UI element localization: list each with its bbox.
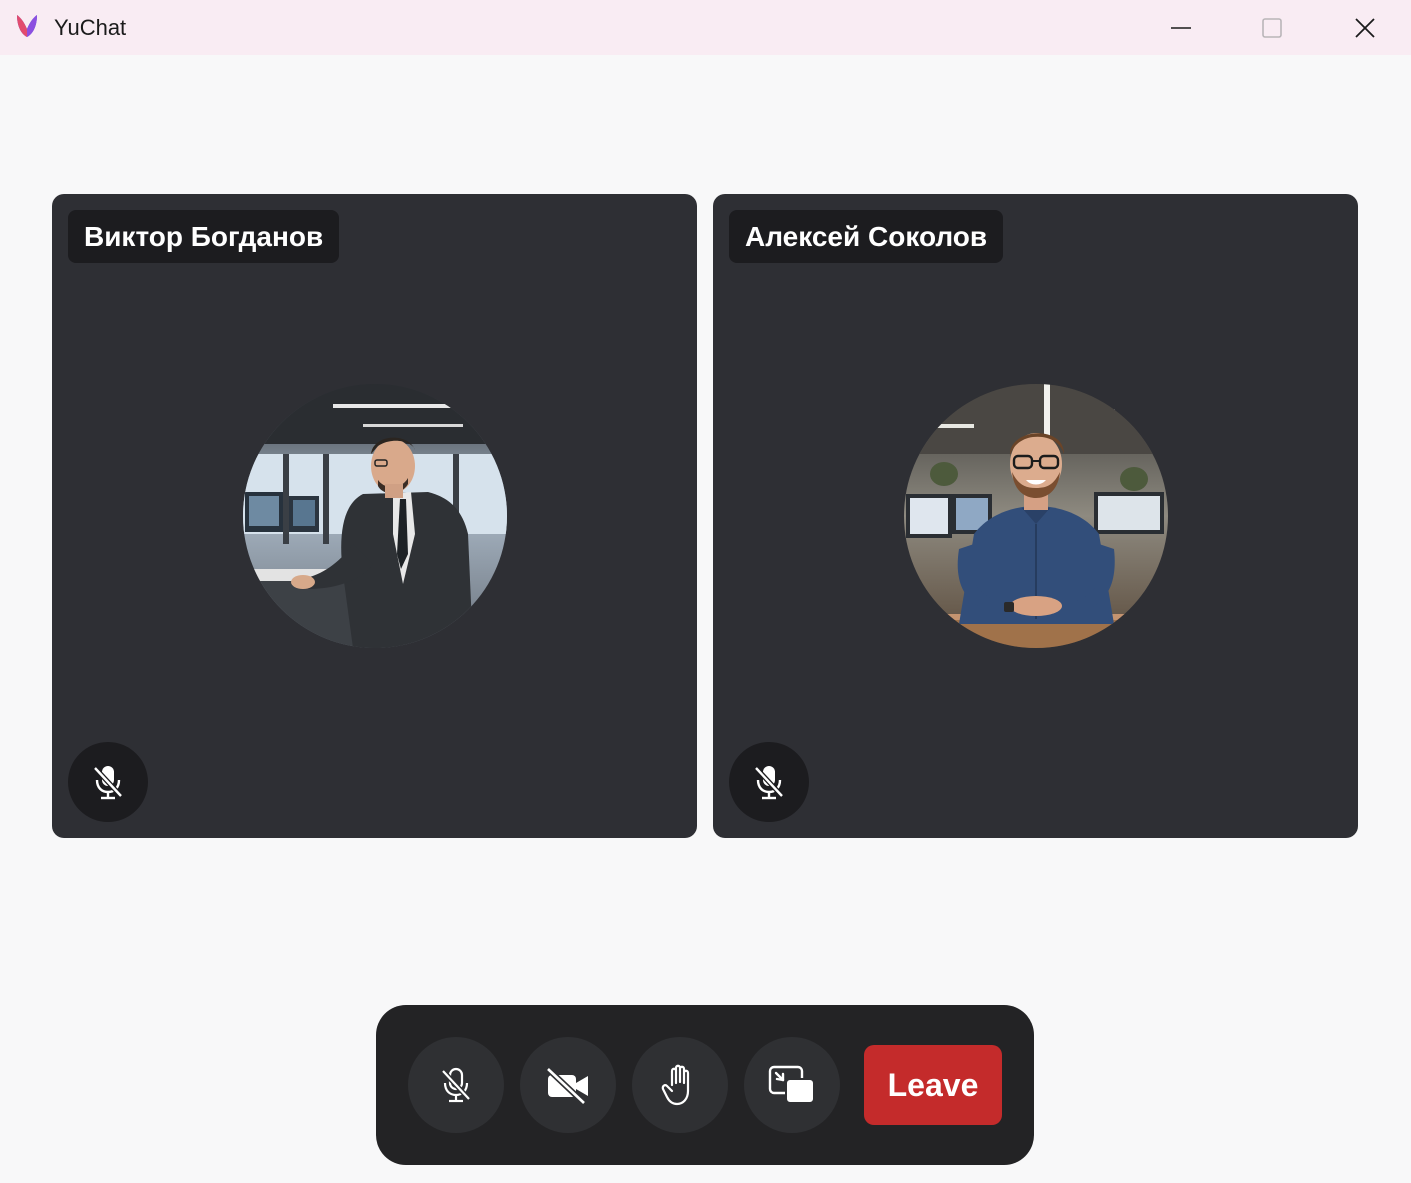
mic-off-icon [93, 766, 123, 800]
minimize-button[interactable] [1135, 0, 1227, 55]
close-button[interactable] [1319, 0, 1411, 55]
participant-avatar [904, 384, 1168, 648]
participant-name: Виктор Богданов [68, 210, 340, 263]
screen-share-button[interactable] [744, 1037, 840, 1133]
camera-off-icon [545, 1066, 588, 1105]
participant-mic-status [729, 742, 809, 822]
raise-hand-button[interactable] [632, 1037, 728, 1133]
maximize-icon [1262, 17, 1282, 38]
call-stage: Виктор Богданов Алексей Соколов Leave [0, 55, 1411, 1183]
participant-tile[interactable]: Алексей Соколов [713, 194, 1358, 838]
participant-tile[interactable]: Виктор Богданов [52, 194, 697, 838]
window-title: YuChat [54, 15, 127, 40]
call-controls: Leave [376, 1005, 1034, 1165]
mic-off-icon [441, 1067, 471, 1103]
participant-mic-status [68, 742, 148, 822]
toggle-microphone-button[interactable] [408, 1037, 504, 1133]
screen-share-icon [768, 1065, 815, 1104]
close-icon [1355, 17, 1375, 38]
hand-icon [661, 1064, 690, 1106]
minimize-icon [1171, 26, 1191, 29]
leave-call-button[interactable]: Leave [864, 1045, 1002, 1125]
maximize-button[interactable] [1226, 0, 1318, 55]
toggle-camera-button[interactable] [520, 1037, 616, 1133]
participant-name: Алексей Соколов [729, 210, 1004, 263]
participant-avatar [243, 384, 507, 648]
mic-off-icon [754, 766, 784, 800]
yuchat-logo-icon [17, 15, 37, 37]
title-bar: YuChat [0, 0, 1411, 55]
